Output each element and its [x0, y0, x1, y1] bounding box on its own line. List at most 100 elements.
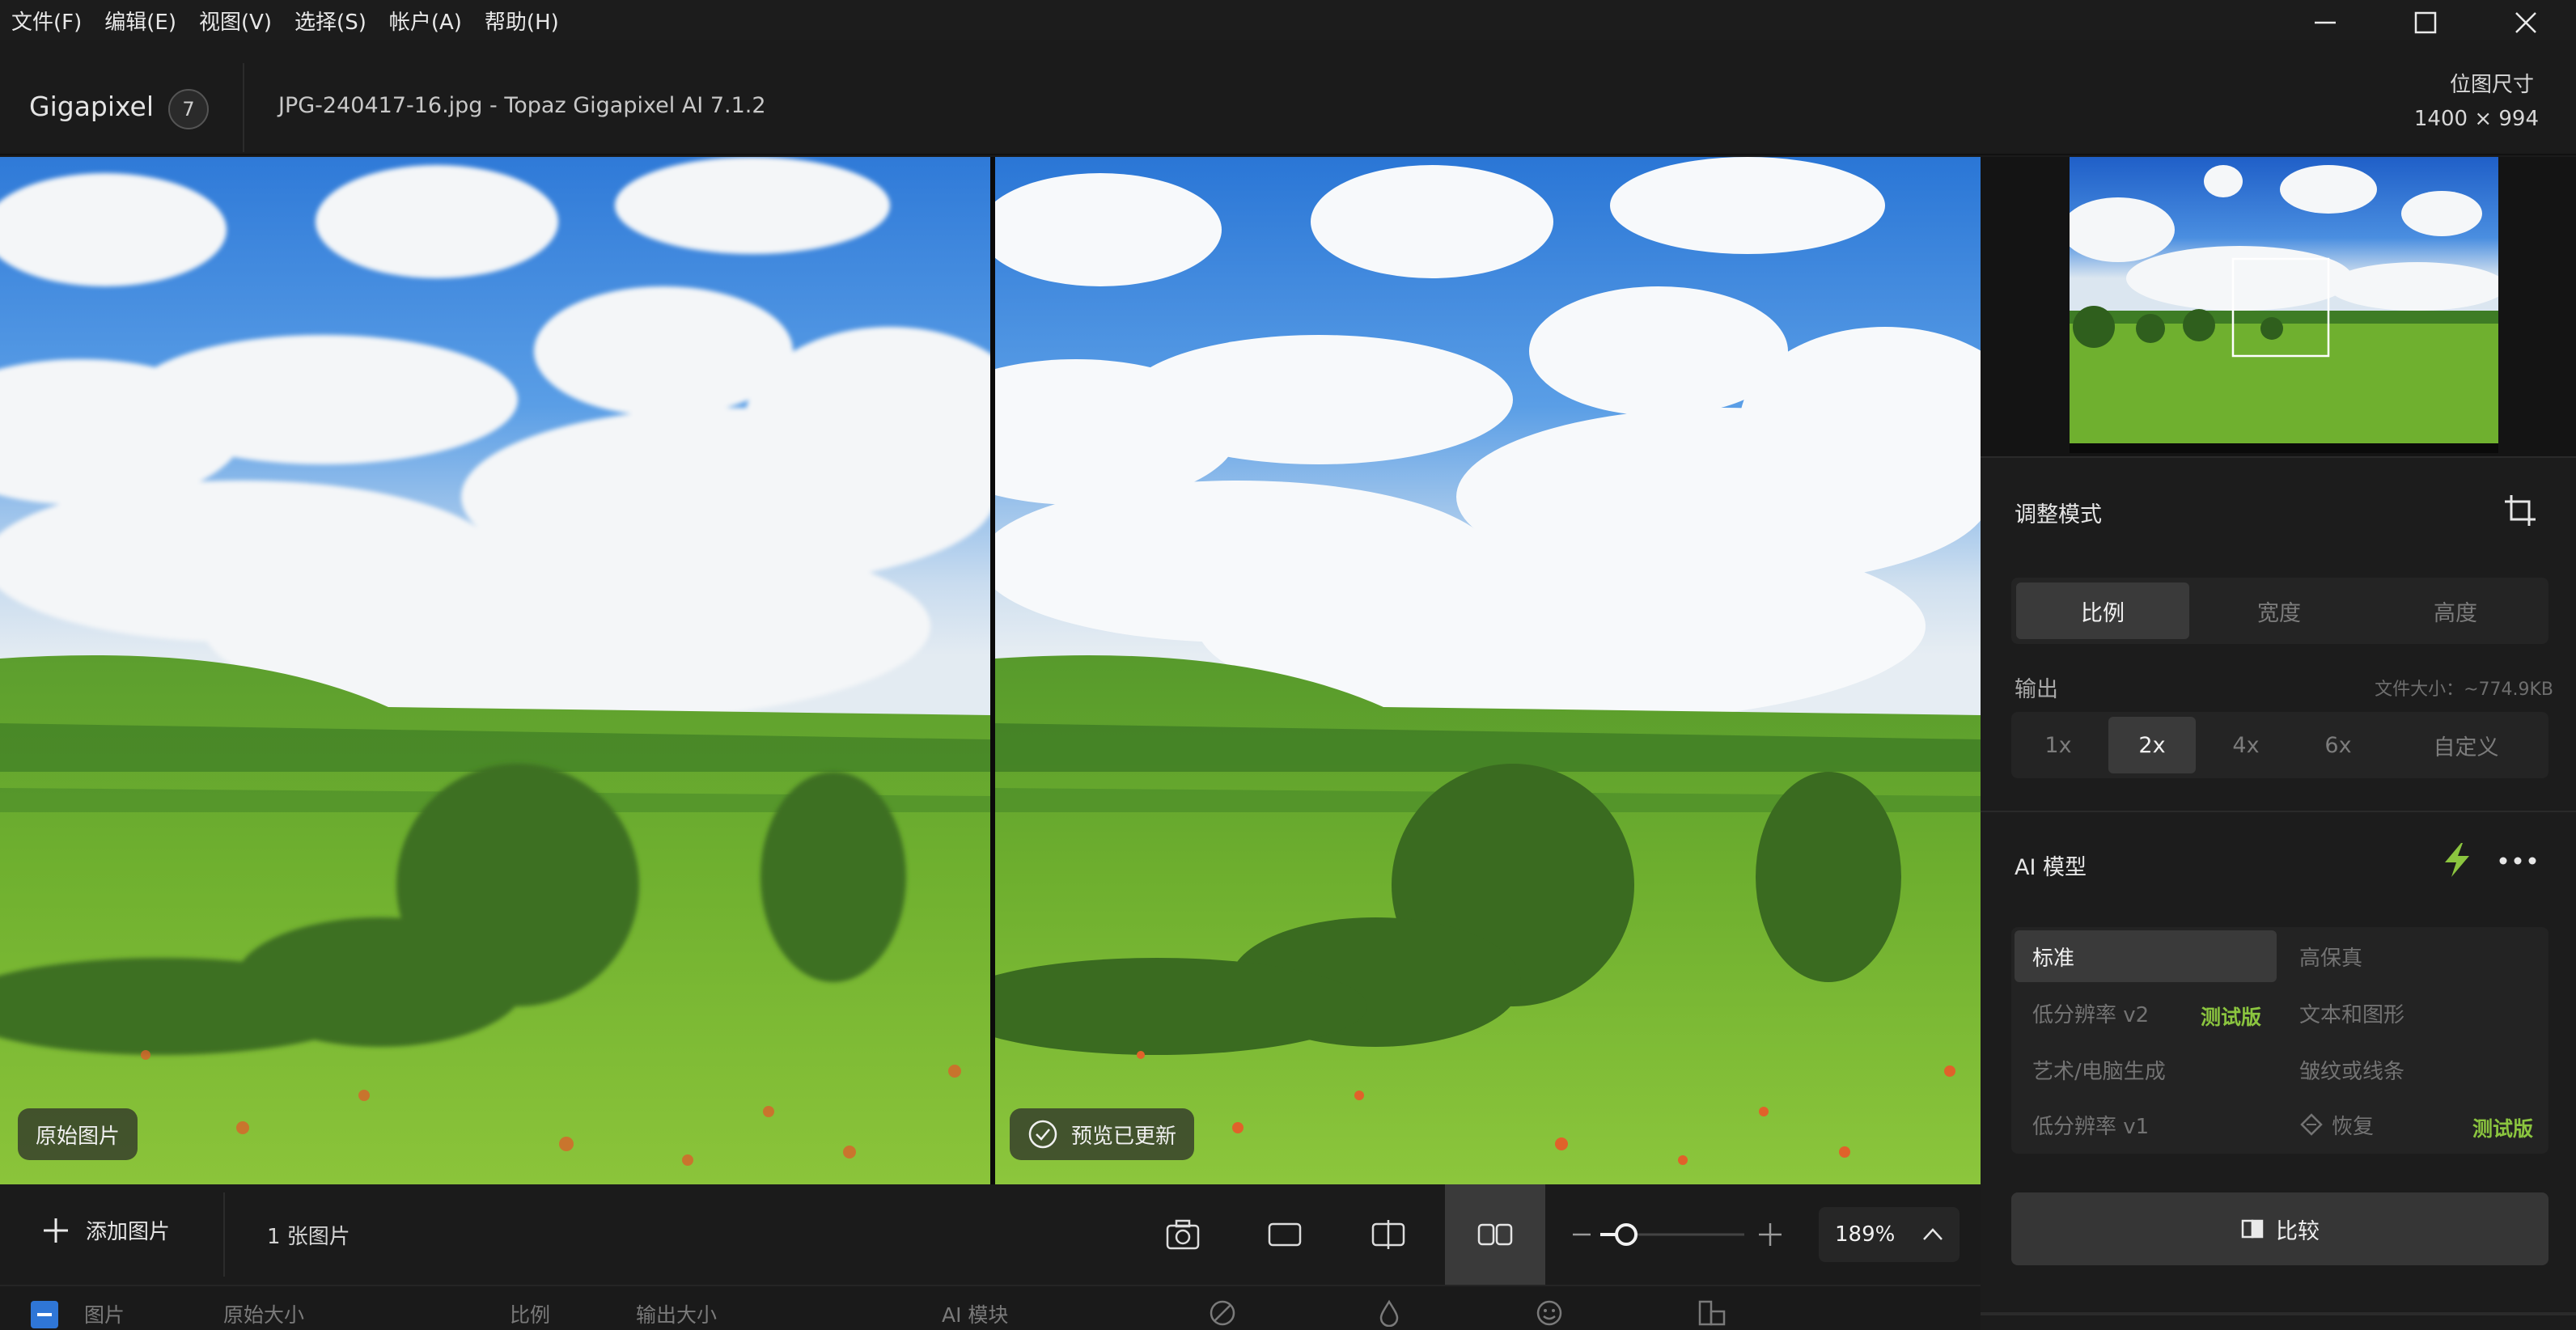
- compare-icon: [2240, 1217, 2265, 1241]
- original-image-label-text: 原始图片: [36, 1124, 121, 1149]
- denoise-icon[interactable]: [1209, 1299, 1236, 1327]
- close-button[interactable]: [2476, 0, 2576, 45]
- close-icon: [2515, 12, 2536, 33]
- column-scale[interactable]: 比例: [510, 1299, 550, 1328]
- navigator: [1981, 157, 2576, 456]
- original-image-label: 原始图片: [18, 1108, 138, 1160]
- title-bar: Gigapixel 7 JPG-240417-16.jpg - Topaz Gi…: [0, 57, 2576, 155]
- adjust-mode-title: 调整模式: [2015, 502, 2102, 527]
- image-viewer[interactable]: 原始图片 预览已更新: [0, 157, 1981, 1184]
- model-text-graphics[interactable]: 文本和图形: [2282, 987, 2545, 1039]
- snapshot-button[interactable]: [1133, 1184, 1233, 1285]
- ai-model-grid: 标准 高保真 低分辨率 v2 测试版 文本和图形 艺术/电脑生成 皱纹或线条 低…: [2011, 927, 2548, 1154]
- app-name: Gigapixel: [29, 91, 155, 122]
- divider: [243, 63, 244, 152]
- zoom-level-select[interactable]: 189%: [1819, 1207, 1960, 1262]
- model-art-cg[interactable]: 艺术/电脑生成: [2015, 1044, 2277, 1095]
- add-image-label: 添加图片: [86, 1220, 171, 1244]
- scale-4x[interactable]: 4x: [2202, 717, 2290, 773]
- select-all-checkbox[interactable]: [31, 1301, 58, 1328]
- side-by-side-icon: [1477, 1223, 1513, 1246]
- lightning-icon[interactable]: [2440, 841, 2474, 879]
- sharpen-drop-icon[interactable]: [1377, 1299, 1401, 1327]
- scale-6x[interactable]: 6x: [2294, 717, 2382, 773]
- face-recovery-icon[interactable]: [1536, 1299, 1563, 1327]
- add-image-button[interactable]: 添加图片: [42, 1215, 170, 1245]
- zoom-slider[interactable]: [1570, 1220, 1788, 1249]
- preview-image-pane[interactable]: 预览已更新: [995, 157, 1981, 1184]
- scale-custom[interactable]: 自定义: [2388, 717, 2544, 773]
- maximize-icon: [2414, 11, 2437, 34]
- mode-width[interactable]: 宽度: [2193, 582, 2366, 639]
- original-image: [0, 157, 990, 1184]
- ai-model-title: AI 模型: [2015, 855, 2087, 880]
- menu-bar: 文件(F) 编辑(E) 视图(V) 选择(S) 帐户(A) 帮助(H): [0, 0, 2576, 40]
- plus-icon: [42, 1217, 70, 1244]
- mode-scale[interactable]: 比例: [2016, 582, 2189, 639]
- document-title: JPG-240417-16.jpg - Topaz Gigapixel AI 7…: [278, 93, 766, 118]
- column-original-size[interactable]: 原始大小: [223, 1299, 304, 1328]
- zoom-slider-thumb[interactable]: [1615, 1223, 1638, 1246]
- scale-2x[interactable]: 2x: [2108, 717, 2196, 773]
- preview-image: [995, 157, 1981, 1184]
- model-low-res-v2-label: 低分辨率 v2: [2032, 1002, 2150, 1027]
- divider: [1981, 1312, 2576, 1315]
- original-image-pane[interactable]: 原始图片: [0, 157, 990, 1184]
- camera-icon: [1166, 1219, 1200, 1250]
- bitmap-size-label: 位图尺寸: [2449, 73, 2534, 97]
- compare-button[interactable]: 比较: [2011, 1192, 2548, 1265]
- more-options-icon[interactable]: [2498, 856, 2537, 866]
- column-ai-model[interactable]: AI 模块: [942, 1299, 1008, 1328]
- single-view-icon: [1268, 1222, 1302, 1247]
- preview-updated-text: 预览已更新: [1071, 1124, 1177, 1149]
- compare-button-label: 比较: [2276, 1218, 2320, 1244]
- model-standard[interactable]: 标准: [2015, 930, 2277, 982]
- beta-badge: 测试版: [2472, 1117, 2534, 1141]
- maximize-button[interactable]: [2375, 0, 2476, 45]
- output-scale-segmented: 1x 2x 4x 6x 自定义: [2011, 712, 2548, 778]
- divider: [223, 1192, 225, 1277]
- menu-view[interactable]: 视图(V): [188, 0, 283, 40]
- crop-icon[interactable]: [2502, 492, 2539, 529]
- image-list-header: 图片 原始大小 比例 输出大小 AI 模块: [0, 1285, 1981, 1330]
- adjust-mode-segmented: 比例 宽度 高度: [2011, 578, 2548, 644]
- window-controls: [2275, 0, 2576, 45]
- split-view-icon: [1371, 1220, 1405, 1249]
- column-image[interactable]: 图片: [84, 1299, 125, 1328]
- minimize-button[interactable]: [2275, 0, 2375, 45]
- side-by-side-button[interactable]: [1445, 1184, 1545, 1285]
- settings-panel: 调整模式 比例 宽度 高度 输出 文件大小：~774.9KB 1x 2x 4x …: [1981, 157, 2576, 1330]
- model-high-fidelity[interactable]: 高保真: [2282, 930, 2545, 982]
- divider: [1981, 456, 2576, 458]
- check-circle-icon: [1027, 1119, 1058, 1150]
- split-view-button[interactable]: [1338, 1184, 1438, 1285]
- model-lines[interactable]: 皱纹或线条: [2282, 1044, 2545, 1095]
- image-count: 1 张图片: [267, 1225, 350, 1249]
- navigator-thumbnail[interactable]: [2070, 157, 2498, 453]
- model-recover-label: 恢复: [2332, 1114, 2375, 1139]
- menu-account[interactable]: 帐户(A): [378, 0, 473, 40]
- menu-help[interactable]: 帮助(H): [473, 0, 570, 40]
- file-size-estimate: 文件大小：~774.9KB: [2375, 680, 2553, 700]
- bitmap-size-value: 1400 × 994: [2413, 107, 2539, 131]
- scale-1x[interactable]: 1x: [2016, 717, 2100, 773]
- chevron-up-icon: [1923, 1228, 1943, 1240]
- menu-select[interactable]: 选择(S): [283, 0, 378, 40]
- minimize-icon: [2315, 21, 2336, 24]
- mode-height[interactable]: 高度: [2369, 582, 2542, 639]
- menu-file[interactable]: 文件(F): [0, 0, 93, 40]
- beta-badge: 测试版: [2201, 1006, 2262, 1029]
- zoom-level-value: 189%: [1835, 1222, 1896, 1247]
- recover-icon: [2300, 1113, 2323, 1136]
- divider: [1981, 811, 2576, 812]
- single-view-button[interactable]: [1235, 1184, 1335, 1285]
- version-badge[interactable]: 7: [168, 89, 209, 129]
- text-recovery-icon[interactable]: [1697, 1299, 1727, 1327]
- column-output-size[interactable]: 输出大小: [636, 1299, 717, 1328]
- model-low-res-v1[interactable]: 低分辨率 v1: [2015, 1099, 2277, 1150]
- output-title: 输出: [2015, 677, 2058, 702]
- zoom-in-icon[interactable]: [1759, 1223, 1782, 1246]
- preview-updated-label: 预览已更新: [1010, 1108, 1195, 1160]
- menu-edit[interactable]: 编辑(E): [93, 0, 188, 40]
- bottom-toolbar: 添加图片 1 张图片 189%: [0, 1184, 1981, 1285]
